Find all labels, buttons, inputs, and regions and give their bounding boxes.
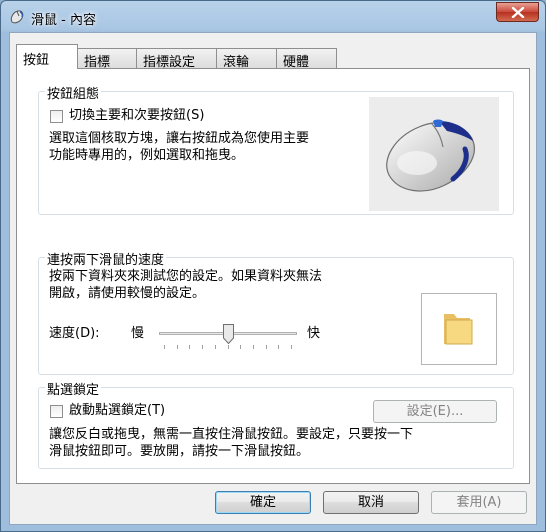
fast-label: 快: [307, 326, 321, 341]
click-lock-description-1: 讓您反白或拖曳，無需一直按住滑鼠按鈕。要設定，只要按一下: [49, 427, 414, 442]
slider-tick: [291, 345, 292, 349]
mouse-illustration-box: [369, 97, 499, 211]
slider-tick: [189, 345, 190, 349]
slider-tick: [266, 345, 267, 349]
switch-buttons-checkbox[interactable]: [50, 110, 63, 123]
click-lock-group: 點選鎖定 啟動點選鎖定(T) 設定(E)... 讓您反白或拖曳，無需一直按住滑鼠…: [38, 379, 514, 469]
slider-tick: [215, 345, 216, 349]
slider-thumb[interactable]: [223, 324, 234, 345]
double-click-title: 連按兩下滑鼠的速度: [45, 249, 167, 268]
dialog-body: 按鈕 指標 指標設定 滾輪 硬體 按鈕組態 切換主要和次要按鈕(S) 選取這個核…: [9, 32, 537, 525]
slider-tick: [240, 345, 241, 349]
speed-label: 速度(D):: [49, 326, 100, 341]
title-bar[interactable]: 滑鼠 - 內容: [1, 1, 545, 33]
double-click-group: 連按兩下滑鼠的速度 按兩下資料夾來測試您的設定。如果資料夾無法 開啟，請使用較慢…: [38, 249, 514, 375]
click-lock-settings-button[interactable]: 設定(E)...: [373, 400, 497, 423]
cancel-button[interactable]: 取消: [323, 491, 419, 514]
slider-tick: [228, 345, 229, 349]
slider-tick: [278, 345, 279, 349]
tab-wheel[interactable]: 滾輪: [216, 48, 277, 70]
slider-tick: [253, 345, 254, 349]
button-config-title: 按鈕組態: [45, 83, 102, 102]
double-click-description-1: 按兩下資料夾來測試您的設定。如果資料夾無法: [49, 269, 323, 284]
click-lock-title: 點選鎖定: [45, 379, 102, 398]
mouse-illustration: [386, 119, 475, 192]
close-button[interactable]: [496, 2, 539, 22]
click-lock-description-2: 滑鼠按鈕即可。要放開，請按一下滑鼠按鈕。: [49, 444, 310, 459]
tab-buttons[interactable]: 按鈕: [16, 44, 78, 69]
window-title: 滑鼠 - 內容: [31, 13, 96, 28]
mouse-icon: [10, 10, 24, 24]
properties-window: 滑鼠 - 內容 按鈕 指標 指標設定 滾輪 硬體 按鈕組態 切換主要和次要按鈕(…: [0, 0, 546, 532]
folder-icon[interactable]: [442, 310, 474, 346]
slider-tick: [202, 345, 203, 349]
click-lock-checkbox[interactable]: [50, 405, 63, 418]
slider-tick: [177, 345, 178, 349]
tab-pointers[interactable]: 指標: [77, 48, 137, 70]
button-config-group: 按鈕組態 切換主要和次要按鈕(S) 選取這個核取方塊，讓右按鈕成為您使用主要 功…: [38, 83, 514, 215]
tab-panel: 按鈕組態 切換主要和次要按鈕(S) 選取這個核取方塊，讓右按鈕成為您使用主要 功…: [16, 68, 530, 484]
tab-hardware[interactable]: 硬體: [276, 48, 337, 70]
double-click-description-2: 開啟，請使用較慢的設定。: [49, 286, 206, 301]
tab-pointer-options[interactable]: 指標設定: [136, 48, 217, 70]
button-config-description-2: 功能時專用的，例如選取和拖曳。: [49, 148, 245, 163]
switch-buttons-label[interactable]: 切換主要和次要按鈕(S): [69, 107, 204, 124]
close-icon: [511, 7, 525, 18]
slider-tick: [164, 345, 165, 349]
apply-button[interactable]: 套用(A): [431, 491, 527, 514]
slow-label: 慢: [131, 326, 145, 341]
click-lock-label[interactable]: 啟動點選鎖定(T): [69, 402, 165, 419]
double-click-speed-slider[interactable]: [159, 320, 297, 350]
test-area[interactable]: [421, 293, 497, 365]
ok-button[interactable]: 確定: [215, 491, 311, 514]
button-config-description-1: 選取這個核取方塊，讓右按鈕成為您使用主要: [49, 131, 310, 146]
